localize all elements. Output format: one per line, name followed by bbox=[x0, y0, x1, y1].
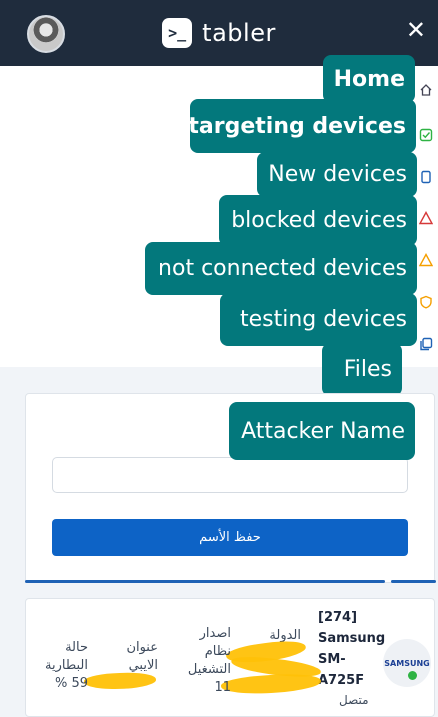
files-icon bbox=[420, 337, 433, 351]
alert-icon bbox=[419, 253, 433, 267]
os-label: اصدار نظام التشغيل bbox=[187, 626, 231, 677]
attacker-name-tooltip: Attacker Name bbox=[229, 402, 415, 460]
menu-item-not-connected-devices[interactable]: not connected devices bbox=[145, 242, 417, 295]
warning-icon bbox=[419, 211, 433, 225]
device-status: متصل bbox=[339, 693, 369, 707]
close-icon[interactable]: ✕ bbox=[406, 18, 426, 42]
battery-column: حالة البطارية 59 % bbox=[30, 639, 88, 693]
os-value: 11 bbox=[214, 680, 231, 695]
menu-item-new-devices[interactable]: New devices bbox=[257, 152, 417, 197]
device-icon bbox=[421, 170, 431, 184]
redacted-country-3 bbox=[220, 671, 322, 697]
device-model: Samsung SM-A725F bbox=[318, 631, 386, 688]
brand-name: tabler bbox=[202, 19, 276, 47]
attacker-name-input[interactable] bbox=[52, 457, 408, 493]
device-card[interactable]: SAMSUNG [274] Samsung SM-A725F متصل الدو… bbox=[25, 598, 435, 717]
battery-label: حالة البطارية bbox=[45, 640, 88, 673]
menu-item-blocked-devices[interactable]: blocked devices bbox=[219, 195, 417, 246]
terminal-icon: >_ bbox=[162, 18, 193, 48]
menu-item-targeting-devices[interactable]: targeting devices bbox=[188, 99, 416, 153]
ip-label: عنوان الايبي bbox=[126, 640, 158, 673]
menu-item-home[interactable]: Home bbox=[323, 55, 415, 103]
checkbox-icon bbox=[419, 128, 433, 142]
menu-item-files[interactable]: Files bbox=[322, 343, 402, 396]
shield-icon bbox=[420, 295, 432, 309]
device-brand-logo: SAMSUNG bbox=[383, 639, 431, 687]
user-avatar[interactable] bbox=[27, 15, 65, 53]
device-id: [274] bbox=[318, 610, 358, 625]
os-column: اصدار نظام التشغيل 11 bbox=[171, 625, 231, 697]
ip-column: عنوان الايبي bbox=[106, 639, 158, 675]
redacted-ip bbox=[83, 671, 157, 691]
brand-logo[interactable]: >_ tabler bbox=[162, 18, 276, 48]
online-status-dot bbox=[408, 671, 417, 680]
home-icon bbox=[420, 84, 432, 96]
device-title[interactable]: [274] Samsung SM-A725F bbox=[318, 607, 386, 691]
tab-indicator-secondary bbox=[391, 580, 436, 583]
battery-value: 59 % bbox=[54, 676, 88, 691]
save-name-button[interactable]: حفظ الأسم bbox=[52, 519, 408, 556]
menu-item-testing-devices[interactable]: testing devices bbox=[220, 293, 417, 346]
tab-indicator bbox=[25, 580, 385, 583]
